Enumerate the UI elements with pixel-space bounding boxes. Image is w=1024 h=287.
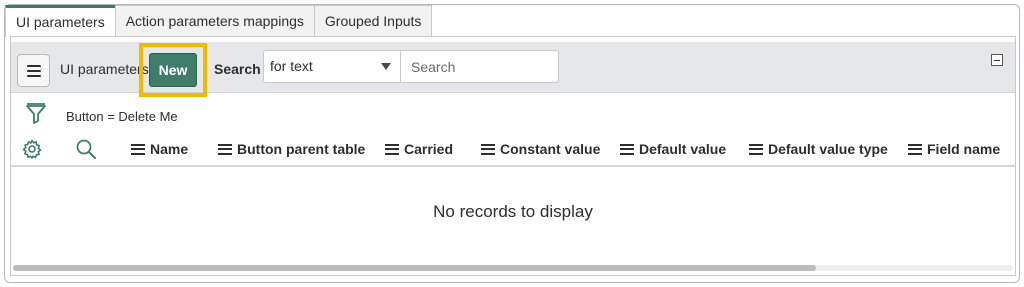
- column-menu-icon: [749, 143, 763, 155]
- column-header-field-name[interactable]: Field name: [908, 141, 1000, 157]
- column-menu-icon: [218, 143, 232, 155]
- column-menu-icon: [385, 143, 399, 155]
- list-toolbar: UI parameters New Search for text: [11, 42, 1015, 97]
- search-field-select[interactable]: for text: [263, 50, 401, 83]
- column-header-label: Carried: [404, 141, 454, 157]
- tab-grouped-inputs[interactable]: Grouped Inputs: [313, 5, 433, 37]
- empty-state-message: No records to display: [433, 202, 593, 221]
- column-header-label: Default value: [639, 141, 727, 157]
- search-field-selected-value: for text: [270, 58, 313, 74]
- column-header-default-value-type[interactable]: Default value type: [749, 141, 888, 157]
- list-panel: UI parameters New Search for text Button…: [10, 36, 1016, 276]
- column-header-label: Button parent table: [237, 141, 366, 157]
- column-header-button-parent-table[interactable]: Button parent table: [218, 141, 365, 157]
- column-menu-icon: [620, 143, 634, 155]
- new-button[interactable]: New: [149, 53, 197, 87]
- filter-breadcrumb-row: Button = Delete Me: [11, 97, 1015, 133]
- scrollbar-thumb[interactable]: [13, 265, 816, 271]
- caret-down-icon: [381, 63, 391, 70]
- horizontal-scrollbar[interactable]: [13, 265, 1013, 271]
- column-header-label: Field name: [927, 141, 1001, 157]
- tab-bar: UI parameters Action parameters mappings…: [5, 5, 433, 37]
- column-header-constant-value[interactable]: Constant value: [481, 141, 600, 157]
- hamburger-icon: [26, 64, 41, 77]
- column-header-label: Constant value: [500, 141, 601, 157]
- funnel-icon[interactable]: [25, 103, 47, 132]
- search-input[interactable]: [400, 50, 559, 83]
- column-menu-icon: [481, 143, 495, 155]
- column-header-default-value[interactable]: Default value: [620, 141, 726, 157]
- column-header-label: Default value type: [768, 141, 888, 157]
- list-menu-button[interactable]: [17, 54, 50, 87]
- column-menu-icon: [131, 143, 145, 155]
- column-menu-icon: [908, 143, 922, 155]
- column-header-name[interactable]: Name: [131, 141, 188, 157]
- column-header-label: Name: [150, 141, 189, 157]
- list-header-row: Name Button parent table Carried Constan…: [11, 133, 1015, 167]
- collapse-icon[interactable]: [991, 54, 1003, 66]
- filter-condition[interactable]: Button = Delete Me: [66, 109, 178, 124]
- list-title: UI parameters: [60, 61, 149, 77]
- magnifier-icon[interactable]: [75, 138, 97, 165]
- gear-icon[interactable]: [22, 139, 42, 164]
- tab-action-parameters-mappings[interactable]: Action parameters mappings: [114, 5, 315, 37]
- search-label: Search: [214, 61, 261, 77]
- column-header-carried[interactable]: Carried: [385, 141, 453, 157]
- tab-ui-parameters[interactable]: UI parameters: [5, 5, 116, 37]
